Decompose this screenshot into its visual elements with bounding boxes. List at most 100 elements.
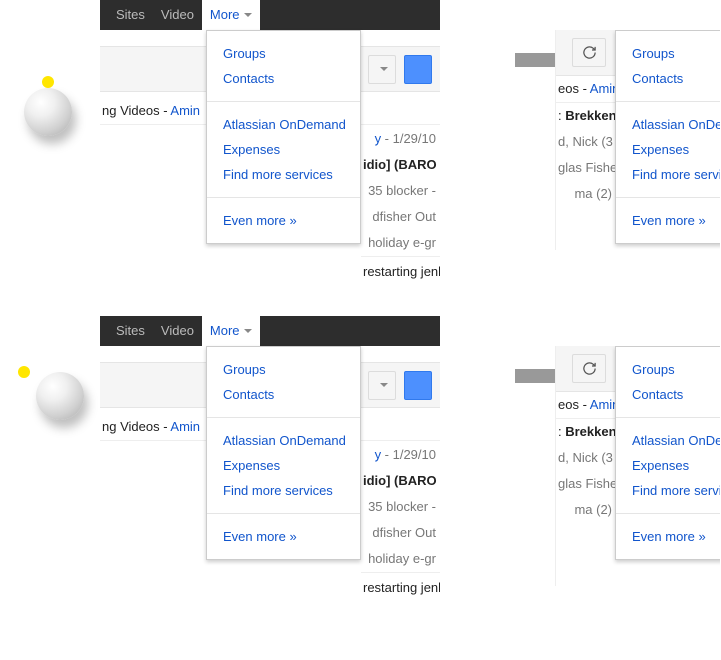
msg-snippet: d, Nick (3	[558, 134, 613, 149]
message-row[interactable]: dfisher Out	[361, 204, 440, 230]
message-row[interactable]: holiday e-gr	[361, 546, 440, 572]
msg-snippet: holiday e-gr	[368, 551, 436, 566]
message-row[interactable]: 35 blocker -	[361, 178, 440, 204]
caret-down-icon	[244, 13, 252, 17]
menu-item-contacts[interactable]: Contacts	[616, 382, 720, 407]
menu-item-atlassian[interactable]: Atlassian OnDemand	[616, 428, 720, 453]
nav-more[interactable]: More	[202, 0, 260, 30]
nav-sites[interactable]: Sites	[108, 316, 153, 346]
msg-snippet: dfisher Out	[372, 525, 436, 540]
message-row[interactable]: eos - Amin	[556, 76, 616, 103]
message-row[interactable]: restarting jenkins - Th	[361, 572, 440, 601]
msg-snippet: ma (2)	[574, 502, 612, 517]
nav-more[interactable]: More	[202, 316, 260, 346]
refresh-icon	[582, 361, 597, 376]
sphere-icon	[24, 88, 72, 136]
more-actions-button[interactable]	[368, 55, 396, 84]
message-row[interactable]: dfisher Out	[361, 520, 440, 546]
more-menu: Groups Contacts Atlassian OnDemand Expen…	[615, 346, 720, 560]
msg-snippet: glas Fishe	[558, 476, 616, 491]
msg-sender: Brekken	[565, 108, 616, 123]
message-row[interactable]: d, Nick (3	[556, 129, 616, 155]
yellow-dot	[18, 366, 30, 378]
menu-item-findmore[interactable]: Find more services	[207, 162, 360, 187]
msg-text: eos -	[558, 81, 590, 96]
menu-item-atlassian[interactable]: Atlassian OnDemand	[207, 428, 360, 453]
msg-subject: idio] (BARO	[363, 473, 437, 488]
refresh-button[interactable]	[572, 354, 606, 383]
menu-item-expenses[interactable]: Expenses	[207, 137, 360, 162]
msg-text: ng Videos -	[102, 419, 170, 434]
message-row[interactable]: y - 1/29/10	[361, 442, 440, 468]
nav-video[interactable]: Video	[153, 316, 202, 346]
msg-date: - 1/29/10	[381, 131, 436, 146]
msg-subject: restarting jenkins	[363, 264, 440, 279]
msg-snippet: holiday e-gr	[368, 235, 436, 250]
menu-item-atlassian[interactable]: Atlassian OnDemand	[207, 112, 360, 137]
menu-item-evenmore[interactable]: Even more »	[616, 208, 720, 233]
msg-snippet: 35 blocker -	[368, 183, 436, 198]
sphere-icon	[36, 372, 84, 420]
more-actions-button[interactable]	[368, 371, 396, 400]
msg-subject: idio] (BARO	[363, 157, 437, 172]
msg-subject: restarting jenkins	[363, 580, 440, 595]
menu-item-evenmore[interactable]: Even more »	[616, 524, 720, 549]
message-row[interactable]: y - 1/29/10	[361, 126, 440, 152]
msg-snippet: d, Nick (3	[558, 450, 613, 465]
message-row[interactable]: glas Fishe	[556, 471, 616, 497]
menu-item-expenses[interactable]: Expenses	[616, 453, 720, 478]
message-row[interactable]: holiday e-gr	[361, 230, 440, 256]
message-row[interactable]: restarting jenkins - Th	[361, 256, 440, 285]
nav-video[interactable]: Video	[153, 0, 202, 30]
message-row[interactable]: ma (2)	[556, 181, 616, 207]
msg-snippet: ma (2)	[574, 186, 612, 201]
message-row[interactable]: glas Fishe	[556, 155, 616, 181]
msg-sender[interactable]: Amin	[170, 103, 200, 118]
msg-sender[interactable]: Amin	[170, 419, 200, 434]
menu-item-contacts[interactable]: Contacts	[616, 66, 720, 91]
more-menu: Groups Contacts Atlassian OnDemand Expen…	[615, 30, 720, 244]
menu-item-groups[interactable]: Groups	[207, 357, 360, 382]
caret-down-icon	[244, 329, 252, 333]
menu-item-groups[interactable]: Groups	[616, 41, 720, 66]
nav-sites[interactable]: Sites	[108, 0, 153, 30]
menu-item-expenses[interactable]: Expenses	[616, 137, 720, 162]
yellow-dot	[42, 76, 54, 88]
message-row[interactable]: 35 blocker -	[361, 494, 440, 520]
msg-snippet: 35 blocker -	[368, 499, 436, 514]
compose-button[interactable]	[404, 55, 432, 84]
menu-item-findmore[interactable]: Find more services	[616, 478, 720, 503]
caret-down-icon	[380, 383, 388, 387]
menu-item-findmore[interactable]: Find more services	[616, 162, 720, 187]
nav-more-label: More	[210, 0, 240, 30]
msg-snippet: dfisher Out	[372, 209, 436, 224]
menu-item-findmore[interactable]: Find more services	[207, 478, 360, 503]
menu-item-contacts[interactable]: Contacts	[207, 382, 360, 407]
msg-date: - 1/29/10	[381, 447, 436, 462]
menu-item-groups[interactable]: Groups	[616, 357, 720, 382]
message-row[interactable]: ma (2)	[556, 497, 616, 523]
refresh-button[interactable]	[572, 38, 606, 67]
message-row[interactable]: idio] (BARO	[361, 152, 440, 178]
message-row[interactable]: idio] (BARO	[361, 468, 440, 494]
message-row[interactable]: eos - Amin	[556, 392, 616, 419]
msg-sender: Amin	[590, 81, 616, 96]
menu-item-atlassian[interactable]: Atlassian OnDemand	[616, 112, 720, 137]
message-row[interactable]: : Brekken	[556, 103, 616, 129]
msg-sender: Brekken	[565, 424, 616, 439]
menu-item-evenmore[interactable]: Even more »	[207, 524, 360, 549]
nav-more-label: More	[210, 316, 240, 346]
menu-item-groups[interactable]: Groups	[207, 41, 360, 66]
message-row[interactable]: d, Nick (3	[556, 445, 616, 471]
menu-item-contacts[interactable]: Contacts	[207, 66, 360, 91]
message-row[interactable]: : Brekken	[556, 419, 616, 445]
msg-text: ng Videos -	[102, 103, 170, 118]
refresh-icon	[582, 45, 597, 60]
menu-item-evenmore[interactable]: Even more »	[207, 208, 360, 233]
msg-snippet: glas Fishe	[558, 160, 616, 175]
msg-text: eos -	[558, 397, 590, 412]
compose-button[interactable]	[404, 371, 432, 400]
more-menu: Groups Contacts Atlassian OnDemand Expen…	[206, 346, 361, 560]
menu-item-expenses[interactable]: Expenses	[207, 453, 360, 478]
more-menu: Groups Contacts Atlassian OnDemand Expen…	[206, 30, 361, 244]
